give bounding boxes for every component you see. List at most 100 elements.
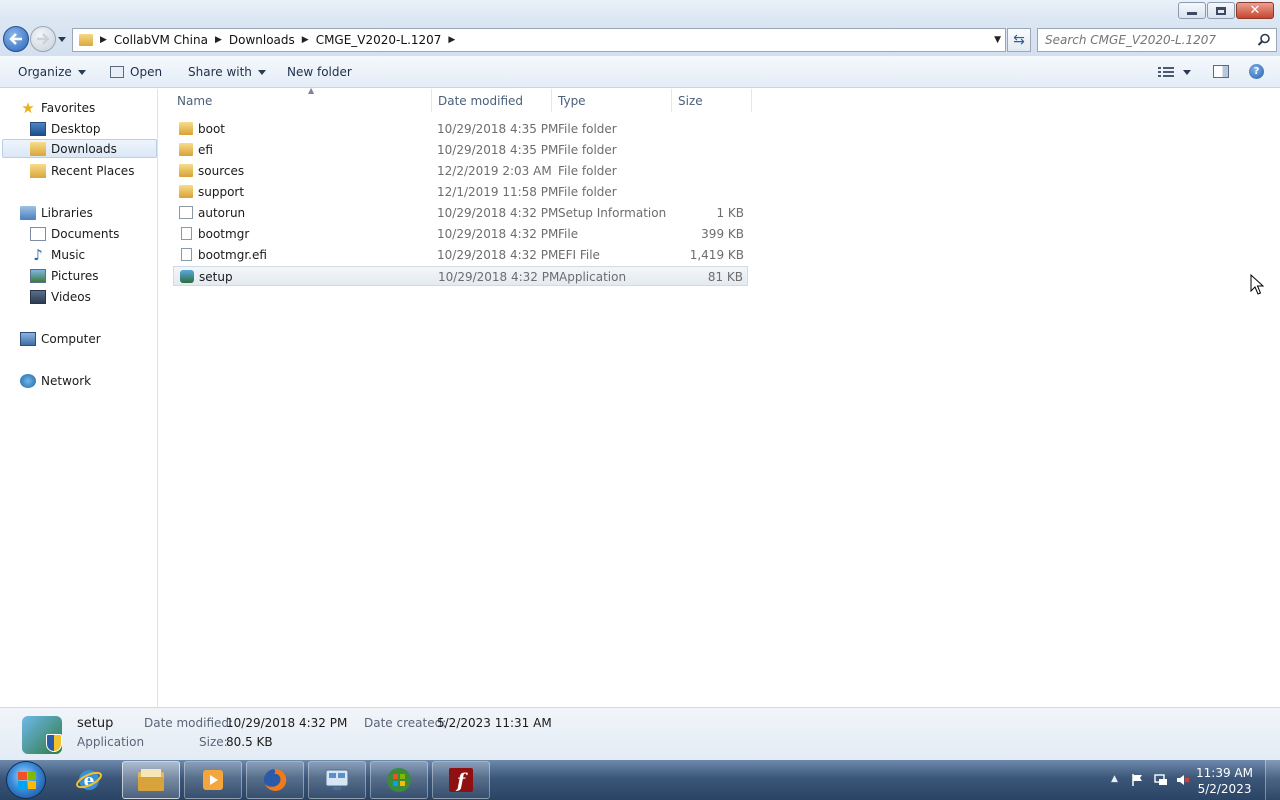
file-row-efi[interactable]: efi 10/29/2018 4:35 PM File folder bbox=[173, 140, 748, 160]
nav-desktop-label: Desktop bbox=[51, 121, 101, 136]
action-center-flag-icon[interactable] bbox=[1130, 773, 1144, 787]
system-tray: ▲ 11:39 AM 5/2/2023 bbox=[1090, 760, 1280, 800]
remote-desktop-icon bbox=[325, 769, 349, 790]
refresh-button[interactable]: ⇆ bbox=[1007, 28, 1031, 52]
nav-videos-label: Videos bbox=[51, 289, 91, 304]
details-date-created: 5/2/2023 11:31 AM bbox=[437, 716, 552, 730]
nav-pictures[interactable]: Pictures bbox=[30, 266, 99, 285]
share-with-button[interactable]: Share with bbox=[188, 65, 266, 79]
sort-ascending-icon: ▲ bbox=[308, 86, 315, 95]
maximize-icon bbox=[1216, 6, 1226, 15]
address-bar[interactable]: ▶ CollabVM China ▶ Downloads ▶ CMGE_V202… bbox=[72, 28, 1006, 52]
taskbar-media-player[interactable] bbox=[184, 761, 242, 799]
clock-time: 11:39 AM bbox=[1196, 766, 1253, 780]
address-dropdown-icon[interactable]: ▼ bbox=[994, 35, 1001, 45]
show-desktop-button[interactable] bbox=[1265, 760, 1280, 800]
star-icon: ★ bbox=[21, 98, 35, 117]
file-date: 10/29/2018 4:32 PM bbox=[438, 270, 560, 284]
file-name: bootmgr bbox=[198, 227, 250, 241]
nav-downloads[interactable]: Downloads bbox=[2, 139, 157, 158]
chevron-right-icon[interactable]: ▶ bbox=[100, 35, 107, 45]
clock[interactable]: 11:39 AM 5/2/2023 bbox=[1196, 765, 1253, 797]
minimize-button[interactable] bbox=[1178, 2, 1206, 19]
setup-info-icon bbox=[179, 206, 193, 219]
organize-label: Organize bbox=[18, 65, 72, 79]
help-icon[interactable]: ? bbox=[1249, 64, 1264, 79]
nav-libraries-label: Libraries bbox=[41, 205, 93, 220]
file-type: File folder bbox=[558, 122, 617, 136]
breadcrumb-downloads[interactable]: Downloads bbox=[229, 33, 295, 47]
maximize-button[interactable] bbox=[1207, 2, 1235, 19]
computer-icon bbox=[20, 331, 36, 346]
file-row-autorun[interactable]: autorun 10/29/2018 4:32 PM Setup Informa… bbox=[173, 203, 748, 223]
forward-button[interactable] bbox=[30, 26, 56, 52]
organize-button[interactable]: Organize bbox=[18, 65, 86, 79]
change-view-icon[interactable] bbox=[1158, 66, 1174, 78]
nav-network-label: Network bbox=[41, 373, 92, 388]
close-button[interactable]: ✕ bbox=[1236, 2, 1274, 19]
nav-recent-places[interactable]: Recent Places bbox=[30, 161, 134, 180]
search-input[interactable] bbox=[1038, 33, 1248, 47]
taskbar-remote-desktop[interactable] bbox=[308, 761, 366, 799]
details-size: 80.5 KB bbox=[226, 735, 273, 749]
taskbar-windows-explorer[interactable] bbox=[122, 761, 180, 799]
chevron-down-icon bbox=[257, 69, 266, 75]
nav-videos[interactable]: Videos bbox=[30, 287, 91, 306]
file-size: 1 KB bbox=[716, 206, 744, 220]
search-box[interactable] bbox=[1037, 28, 1277, 52]
file-date: 10/29/2018 4:35 PM bbox=[437, 143, 559, 157]
taskbar-windows-app[interactable] bbox=[370, 761, 428, 799]
folder-icon bbox=[179, 143, 193, 156]
file-row-boot[interactable]: boot 10/29/2018 4:35 PM File folder bbox=[173, 119, 748, 139]
column-header-name[interactable]: Name ▲ bbox=[171, 86, 432, 112]
file-date: 10/29/2018 4:35 PM bbox=[437, 122, 559, 136]
nav-music[interactable]: ♪ Music bbox=[30, 245, 85, 264]
breadcrumb-collabvm-china[interactable]: CollabVM China bbox=[114, 33, 208, 47]
navigation-pane: ★ Favorites Desktop Downloads Recent Plac… bbox=[0, 89, 158, 707]
network-status-icon[interactable] bbox=[1154, 773, 1168, 787]
details-date-created-label: Date created: bbox=[364, 716, 447, 730]
breadcrumb-current-folder[interactable]: CMGE_V2020-L.1207 bbox=[316, 33, 442, 47]
nav-music-label: Music bbox=[51, 247, 86, 262]
nav-network[interactable]: Network bbox=[20, 371, 91, 390]
details-pane: setup Application Date modified: 10/29/2… bbox=[0, 707, 1280, 760]
title-bar[interactable]: ✕ bbox=[0, 0, 1280, 22]
file-row-setup[interactable]: setup 10/29/2018 4:32 PM Application 81 … bbox=[173, 266, 748, 286]
start-button[interactable] bbox=[6, 761, 46, 799]
firefox-icon bbox=[264, 768, 287, 791]
show-hidden-icons-button[interactable]: ▲ bbox=[1111, 774, 1118, 784]
open-button[interactable]: Open bbox=[110, 65, 162, 79]
view-options-dropdown[interactable] bbox=[1183, 70, 1191, 76]
chevron-right-icon[interactable]: ▶ bbox=[302, 35, 309, 45]
back-button[interactable] bbox=[3, 26, 29, 52]
nav-desktop[interactable]: Desktop bbox=[30, 119, 101, 138]
volume-muted-icon[interactable] bbox=[1176, 773, 1190, 787]
column-name-label: Name bbox=[177, 93, 213, 108]
nav-favorites[interactable]: ★ Favorites bbox=[20, 98, 95, 117]
chevron-right-icon[interactable]: ▶ bbox=[448, 35, 455, 45]
taskbar-flash[interactable]: f bbox=[432, 761, 490, 799]
file-row-bootmgr[interactable]: bootmgr 10/29/2018 4:32 PM File 399 KB bbox=[173, 224, 748, 244]
recent-pages-dropdown[interactable] bbox=[58, 35, 66, 43]
chevron-right-icon[interactable]: ▶ bbox=[215, 35, 222, 45]
file-date: 12/1/2019 11:58 PM bbox=[437, 185, 559, 199]
nav-computer[interactable]: Computer bbox=[20, 329, 101, 348]
column-header-size[interactable]: Size bbox=[672, 89, 752, 112]
preview-pane-icon[interactable] bbox=[1213, 65, 1229, 78]
file-row-bootmgr-efi[interactable]: bootmgr.efi 10/29/2018 4:32 PM EFI File … bbox=[173, 245, 748, 265]
open-icon bbox=[110, 66, 124, 78]
column-header-type[interactable]: Type bbox=[552, 89, 672, 112]
nav-libraries[interactable]: Libraries bbox=[20, 203, 93, 222]
column-date-label: Date modified bbox=[438, 93, 524, 108]
file-name: bootmgr.efi bbox=[198, 248, 267, 262]
new-folder-button[interactable]: New folder bbox=[287, 65, 352, 79]
taskbar-internet-explorer[interactable]: e bbox=[60, 761, 118, 799]
file-row-sources[interactable]: sources 12/2/2019 2:03 AM File folder bbox=[173, 161, 748, 181]
file-row-support[interactable]: support 12/1/2019 11:58 PM File folder bbox=[173, 182, 748, 202]
file-size: 81 KB bbox=[707, 270, 743, 284]
downloads-folder-icon bbox=[30, 141, 46, 156]
nav-documents[interactable]: Documents bbox=[30, 224, 119, 243]
search-icon[interactable] bbox=[1257, 33, 1271, 47]
taskbar-firefox[interactable] bbox=[246, 761, 304, 799]
column-header-date-modified[interactable]: Date modified bbox=[432, 89, 552, 112]
